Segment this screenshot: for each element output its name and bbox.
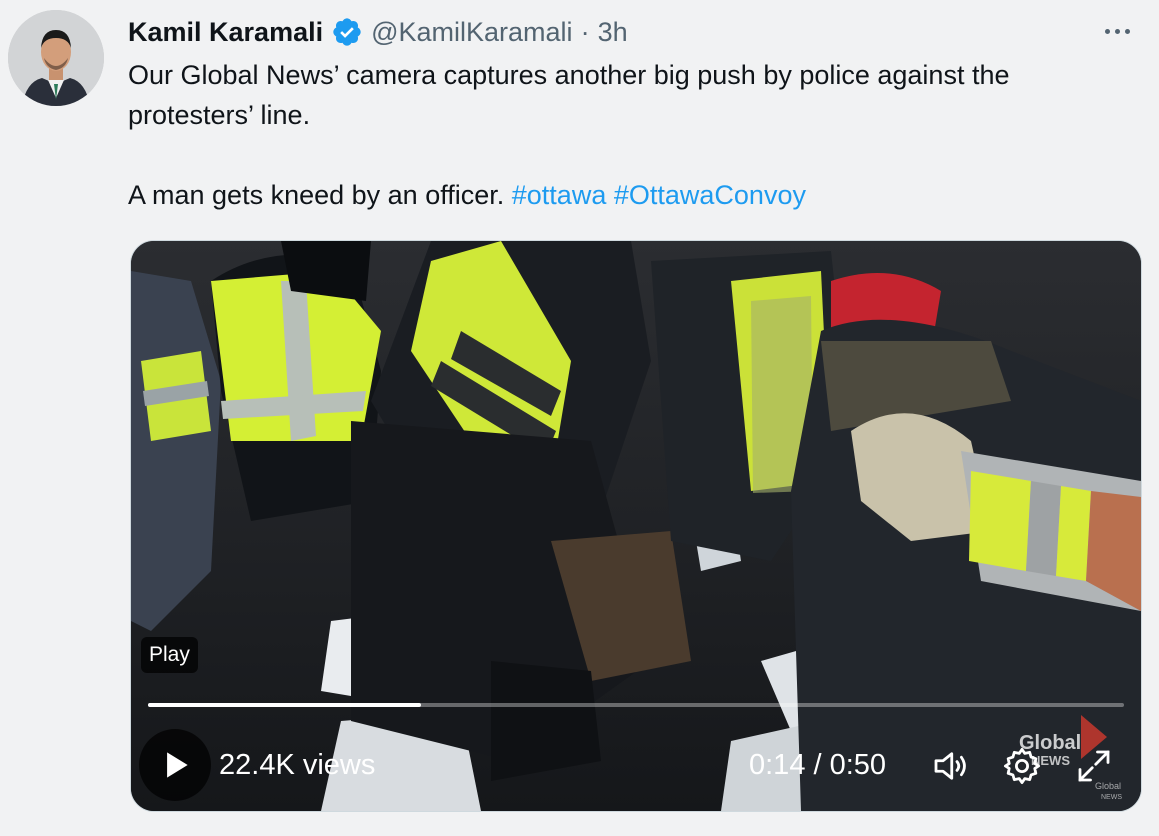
svg-text:NEWS: NEWS (1101, 794, 1122, 801)
svg-text:NEWS: NEWS (1031, 753, 1070, 768)
tweet-text-plain: A man gets kneed by an officer. (128, 180, 505, 210)
view-count: 22.4K views (219, 749, 376, 781)
tweet-text-paragraph-1: Our Global News’ camera captures another… (128, 60, 1010, 130)
avatar-image (8, 10, 104, 106)
verified-badge-icon (331, 16, 363, 48)
tweet-header: Kamil Karamali @KamilKaramali · 3h (128, 12, 628, 52)
video-player[interactable]: Play 22.4K views 0:14 / 0:50 Global NEWS… (130, 240, 1142, 812)
progress-bar[interactable] (148, 703, 1124, 707)
tweet-text-paragraph-2: A man gets kneed by an officer. #ottawa … (128, 175, 1138, 215)
hashtag-ottawaconvoy[interactable]: #OttawaConvoy (614, 180, 806, 210)
avatar[interactable] (8, 10, 104, 106)
play-button[interactable] (139, 729, 211, 801)
fullscreen-icon[interactable] (1073, 745, 1115, 787)
volume-icon[interactable] (929, 745, 971, 787)
play-icon (167, 752, 188, 778)
svg-text:Global: Global (1019, 732, 1081, 754)
tweet-text: Our Global News’ camera captures another… (128, 55, 1138, 215)
video-timecode: 0:14 / 0:50 (749, 749, 887, 781)
video-frame (131, 241, 1141, 811)
progress-fill (148, 703, 422, 707)
more-options-icon[interactable] (1097, 14, 1137, 48)
header-separator: · (580, 16, 590, 47)
author-display-name[interactable]: Kamil Karamali (128, 17, 323, 48)
play-label: Play (141, 637, 198, 673)
tweet-timestamp[interactable]: 3h (598, 17, 628, 48)
author-handle[interactable]: @KamilKaramali (371, 17, 572, 48)
hashtag-ottawa[interactable]: #ottawa (512, 180, 607, 210)
